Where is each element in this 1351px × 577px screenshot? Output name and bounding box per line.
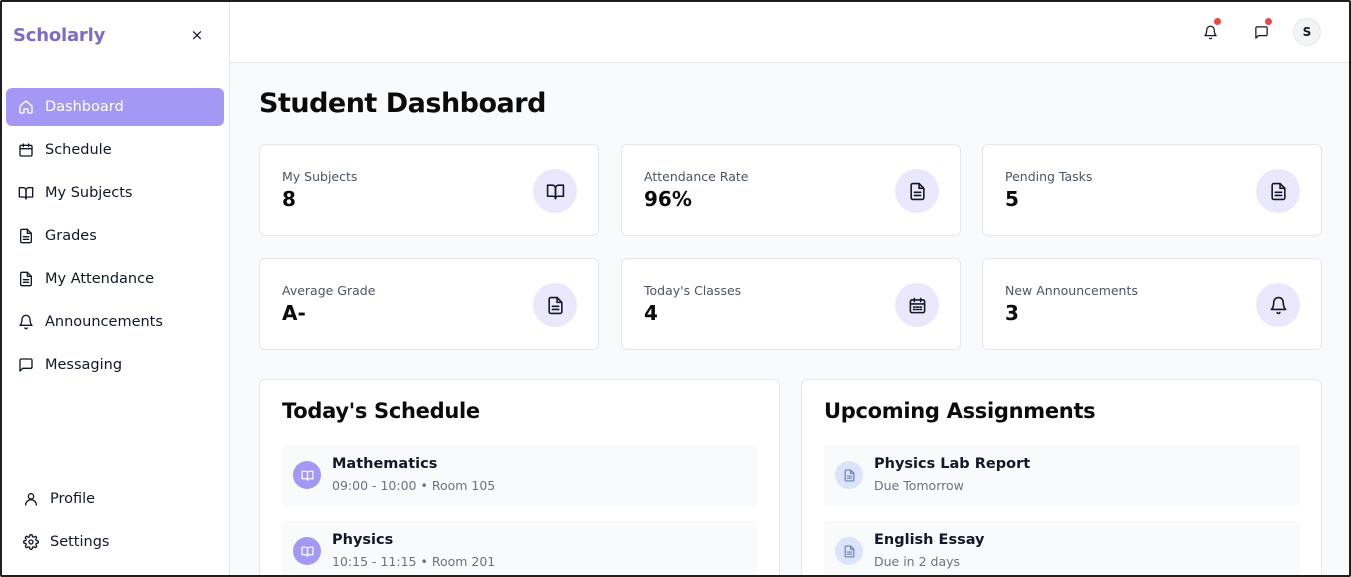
sidebar-item-label: Announcements [45, 314, 163, 330]
stat-value: 3 [1005, 301, 1019, 325]
sidebar-nav: Dashboard Schedule My Subjects Grades My… [6, 88, 224, 389]
assignment-item[interactable]: Physics Lab Report Due Tomorrow [824, 445, 1300, 506]
sidebar-item-label: Messaging [45, 357, 123, 373]
file-icon [533, 283, 577, 327]
home-icon [18, 99, 34, 115]
page-title: Student Dashboard [259, 88, 546, 119]
stat-card-average-grade[interactable]: Average Grade A- [259, 258, 599, 350]
stat-label: Attendance Rate [644, 169, 749, 184]
stat-card-new-announcements[interactable]: New Announcements 3 [982, 258, 1322, 350]
gear-icon [23, 534, 39, 550]
bell-icon [1256, 283, 1300, 327]
calendar-icon [895, 283, 939, 327]
avatar[interactable]: S [1293, 18, 1321, 46]
stat-value: 96% [644, 187, 692, 211]
sidebar-item-messaging[interactable]: Messaging [6, 346, 224, 384]
stat-card-todays-classes[interactable]: Today's Classes 4 [621, 258, 961, 350]
message-icon [1254, 25, 1269, 40]
sidebar-item-label: My Attendance [45, 271, 155, 287]
assignment-item-due: Due Tomorrow [874, 478, 964, 493]
file-icon [895, 169, 939, 213]
stat-value: 5 [1005, 187, 1019, 211]
sidebar-item-profile[interactable]: Profile [11, 480, 221, 518]
sidebar-item-label: Settings [50, 534, 110, 550]
assignment-item-title: English Essay [874, 532, 985, 548]
file-icon [835, 461, 863, 489]
sidebar-item-label: My Subjects [45, 185, 133, 201]
file-icon [18, 228, 34, 244]
close-sidebar-button[interactable]: × [188, 26, 206, 44]
stat-card-attendance-rate[interactable]: Attendance Rate 96% [621, 144, 961, 236]
assignment-item[interactable]: English Essay Due in 2 days [824, 521, 1300, 575]
sidebar-item-my-subjects[interactable]: My Subjects [6, 174, 224, 212]
stat-label: New Announcements [1005, 283, 1138, 298]
book-icon [293, 537, 321, 565]
messages-button[interactable] [1250, 18, 1272, 43]
file-icon [1256, 169, 1300, 213]
book-icon [293, 461, 321, 489]
sidebar: Scholarly × Dashboard Schedule My Subjec… [2, 2, 230, 575]
notification-dot [1214, 18, 1221, 25]
panel-title: Upcoming Assignments [824, 399, 1096, 423]
stat-label: My Subjects [282, 169, 358, 184]
sidebar-item-settings[interactable]: Settings [11, 523, 221, 561]
schedule-item[interactable]: Physics 10:15 - 11:15 • Room 201 [282, 521, 757, 575]
todays-schedule-panel: Today's Schedule Mathematics 09:00 - 10:… [259, 379, 780, 575]
schedule-item-detail: 10:15 - 11:15 • Room 201 [332, 554, 496, 569]
stat-label: Pending Tasks [1005, 169, 1093, 184]
stat-card-my-subjects[interactable]: My Subjects 8 [259, 144, 599, 236]
bell-icon [1203, 25, 1218, 40]
stat-label: Today's Classes [644, 283, 742, 298]
notifications-button[interactable] [1199, 18, 1221, 43]
sidebar-item-schedule[interactable]: Schedule [6, 131, 224, 169]
panel-title: Today's Schedule [282, 399, 480, 423]
stat-label: Average Grade [282, 283, 376, 298]
brand-logo[interactable]: Scholarly [13, 25, 105, 46]
message-icon [18, 357, 34, 373]
sidebar-item-label: Schedule [45, 142, 112, 158]
book-icon [533, 169, 577, 213]
stat-value: A- [282, 301, 306, 325]
stat-value: 4 [644, 301, 658, 325]
bell-icon [18, 314, 34, 330]
schedule-item-title: Mathematics [332, 456, 438, 472]
assignment-item-due: Due in 2 days [874, 554, 961, 569]
schedule-item-detail: 09:00 - 10:00 • Room 105 [332, 478, 496, 493]
app-window: Scholarly × Dashboard Schedule My Subjec… [0, 0, 1351, 577]
sidebar-item-my-attendance[interactable]: My Attendance [6, 260, 224, 298]
file-icon [835, 537, 863, 565]
book-icon [18, 185, 34, 201]
user-icon [23, 491, 39, 507]
sidebar-item-grades[interactable]: Grades [6, 217, 224, 255]
assignment-item-title: Physics Lab Report [874, 456, 1031, 472]
sidebar-item-label: Dashboard [45, 99, 124, 115]
upcoming-assignments-panel: Upcoming Assignments Physics Lab Report … [801, 379, 1322, 575]
sidebar-item-label: Profile [50, 491, 96, 507]
file-icon [18, 271, 34, 287]
schedule-item[interactable]: Mathematics 09:00 - 10:00 • Room 105 [282, 445, 757, 506]
sidebar-item-announcements[interactable]: Announcements [6, 303, 224, 341]
sidebar-bottom-nav: Profile Settings [11, 480, 221, 566]
calendar-icon [18, 142, 34, 158]
sidebar-item-label: Grades [45, 228, 97, 244]
stat-value: 8 [282, 187, 296, 211]
top-bar: S [230, 2, 1349, 63]
notification-dot [1265, 18, 1272, 25]
sidebar-item-dashboard[interactable]: Dashboard [6, 88, 224, 126]
schedule-item-title: Physics [332, 532, 394, 548]
stat-card-pending-tasks[interactable]: Pending Tasks 5 [982, 144, 1322, 236]
